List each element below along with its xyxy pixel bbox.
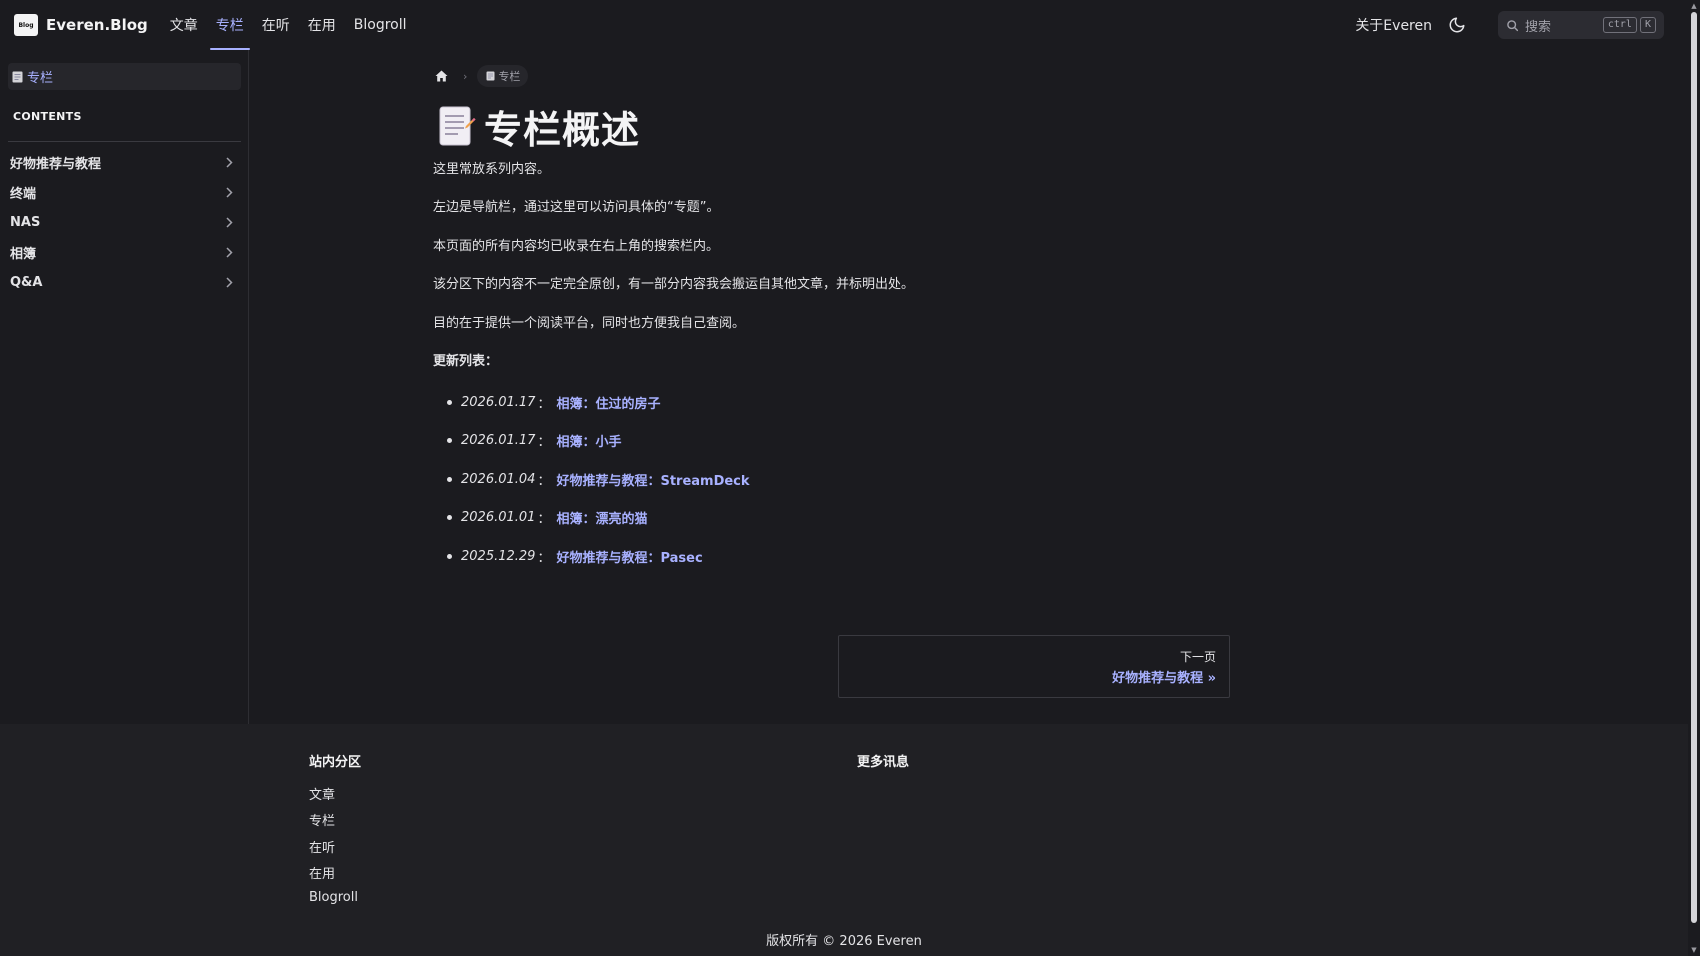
intro-paragraph-4: 该分区下的内容不一定完全原创，有一部分内容我会搬运自其他文章，并标明出处。 <box>433 277 915 292</box>
list-bullet <box>447 437 452 443</box>
breadcrumb-current: 专栏 <box>477 65 529 87</box>
sidebar-item-label: Q&A <box>10 274 43 290</box>
sidebar-item-label: 好物推荐与教程 <box>10 156 102 172</box>
breadcrumb-current-label: 专栏 <box>498 70 521 83</box>
copyright: 版权所有 © 2026 Everen <box>766 934 922 949</box>
breadcrumb-home-link[interactable] <box>433 68 449 84</box>
theme-toggle-button[interactable] <box>1446 14 1468 36</box>
moon-icon <box>1449 17 1465 33</box>
nav-link-articles[interactable]: 文章 <box>162 0 206 50</box>
update-date: 2025.12.29 <box>461 548 536 564</box>
home-icon <box>435 70 447 82</box>
kbd-k: K <box>1639 17 1656 33</box>
memo-icon <box>439 106 476 146</box>
update-item: 2026.01.01 ： 相簿：漂亮的猫 <box>433 506 933 528</box>
next-page-link[interactable]: 下一页 好物推荐与教程 » <box>838 635 1230 698</box>
brand-home-link[interactable]: Blog Everen.Blog <box>14 14 148 36</box>
update-link[interactable]: 相簿：漂亮的猫 <box>556 508 647 527</box>
scroll-up-arrow-icon[interactable]: ▲ <box>1690 1 1698 11</box>
next-page-desc: 下一页 <box>1179 650 1216 664</box>
about-link[interactable]: 关于Everen <box>1355 15 1432 35</box>
footer-link-articles[interactable]: 文章 <box>309 784 335 803</box>
nav-link-listening[interactable]: 在听 <box>254 0 298 50</box>
document-icon <box>12 71 23 82</box>
update-link[interactable]: 好物推荐与教程：StreamDeck <box>556 470 749 489</box>
search-button[interactable]: 搜索 ctrl K <box>1498 11 1664 39</box>
update-item: 2026.01.17 ： 相簿：小手 <box>433 429 933 451</box>
chevron-right-icon <box>223 186 235 198</box>
update-link[interactable]: 相簿：小手 <box>556 431 621 450</box>
chevron-right-icon <box>223 276 235 288</box>
update-item: 2025.12.29 ： 好物推荐与教程：Pasec <box>433 545 933 567</box>
sidebar-item-label: NAS <box>10 214 41 230</box>
sidebar-item-terminal[interactable]: 终端 <box>10 181 235 203</box>
sidebar-item-label: 相簿 <box>10 246 37 262</box>
sidebar-item-label: 终端 <box>10 186 37 202</box>
sidebar-item-qa[interactable]: Q&A <box>10 271 235 293</box>
footer-section-title: 站内分区 <box>309 755 362 770</box>
update-date: 2026.01.17 <box>461 432 536 448</box>
update-separator: ： <box>537 473 551 489</box>
footer-link-columns[interactable]: 专栏 <box>309 810 335 829</box>
update-separator: ： <box>537 550 551 566</box>
footer-link-blogroll[interactable]: Blogroll <box>309 890 358 905</box>
sidebar-divider <box>8 141 241 142</box>
update-separator: ： <box>537 434 551 450</box>
next-page-title: 好物推荐与教程 » <box>1112 671 1216 686</box>
intro-paragraph-2: 左边是导航栏，通过这里可以访问具体的“专题”。 <box>433 200 720 215</box>
update-date: 2026.01.01 <box>461 509 536 525</box>
update-separator: ： <box>537 511 551 527</box>
page-title: 专栏概述 <box>438 100 640 152</box>
footer <box>0 724 1688 956</box>
brand-name: Everen.Blog <box>46 16 148 34</box>
kbd-ctrl: ctrl <box>1602 17 1637 33</box>
list-bullet <box>447 514 452 520</box>
list-bullet <box>447 553 452 559</box>
scrollbar-thumb[interactable] <box>1691 12 1697 923</box>
sidebar-item-nas[interactable]: NAS <box>10 211 235 233</box>
nav-link-columns[interactable]: 专栏 <box>208 0 252 50</box>
document-icon <box>486 71 495 81</box>
list-bullet <box>447 399 452 405</box>
list-bullet <box>447 476 452 482</box>
nav-link-using[interactable]: 在用 <box>300 0 344 50</box>
brand-logo: Blog <box>14 14 38 36</box>
search-placeholder: 搜索 <box>1525 19 1552 35</box>
footer-link-using[interactable]: 在用 <box>309 863 335 882</box>
sidebar-current-label: 专栏 <box>27 71 54 86</box>
nav-links: 文章 专栏 在听 在用 Blogroll <box>162 0 417 50</box>
chevron-right-icon <box>223 216 235 228</box>
update-date: 2026.01.04 <box>461 471 536 487</box>
page-scrollbar[interactable]: ▲ ▼ <box>1688 0 1700 956</box>
footer-link-listening[interactable]: 在听 <box>309 837 335 856</box>
chevron-right-icon <box>223 246 235 258</box>
updates-heading: 更新列表： <box>433 354 499 369</box>
search-shortcut: ctrl K <box>1600 17 1656 33</box>
sidebar-item-goods-tutorials[interactable]: 好物推荐与教程 <box>10 151 235 173</box>
intro-paragraph-1: 这里常放系列内容。 <box>433 162 551 177</box>
intro-paragraph-3: 本页面的所有内容均已收录在右上角的搜索栏内。 <box>433 239 720 254</box>
top-navbar: Blog Everen.Blog 文章 专栏 在听 在用 Blogroll 关于… <box>0 0 1688 50</box>
footer-more-info-title: 更多讯息 <box>857 755 910 770</box>
update-separator: ： <box>537 396 551 412</box>
update-date: 2026.01.17 <box>461 394 536 410</box>
sidebar-current-column[interactable]: 专栏 <box>8 63 241 90</box>
intro-paragraph-5: 目的在于提供一个阅读平台，同时也方便我自己查阅。 <box>433 316 746 331</box>
scroll-down-arrow-icon[interactable]: ▼ <box>1690 945 1698 955</box>
update-link[interactable]: 好物推荐与教程：Pasec <box>556 547 702 566</box>
nav-right: 关于Everen 搜索 ctrl K <box>1355 0 1688 50</box>
page-title-text: 专栏概述 <box>484 107 641 152</box>
sidebar: 专栏 CONTENTS 好物推荐与教程 终端 NAS 相簿 Q&A <box>0 50 249 724</box>
chevron-right-icon: › <box>463 69 468 83</box>
main-content: › 专栏 专栏概述 这里常放系列内容。 左边是导航栏，通过这里可以访问具体的“专… <box>250 50 1688 724</box>
search-icon <box>1507 19 1519 31</box>
nav-link-blogroll[interactable]: Blogroll <box>346 0 415 50</box>
sidebar-item-albums[interactable]: 相簿 <box>10 241 235 263</box>
chevron-right-icon <box>223 156 235 168</box>
update-item: 2026.01.17 ： 相簿：住过的房子 <box>433 391 933 413</box>
update-link[interactable]: 相簿：住过的房子 <box>556 393 660 412</box>
contents-heading: CONTENTS <box>13 110 82 123</box>
update-item: 2026.01.04 ： 好物推荐与教程：StreamDeck <box>433 468 933 490</box>
breadcrumb: › 专栏 <box>433 64 529 88</box>
